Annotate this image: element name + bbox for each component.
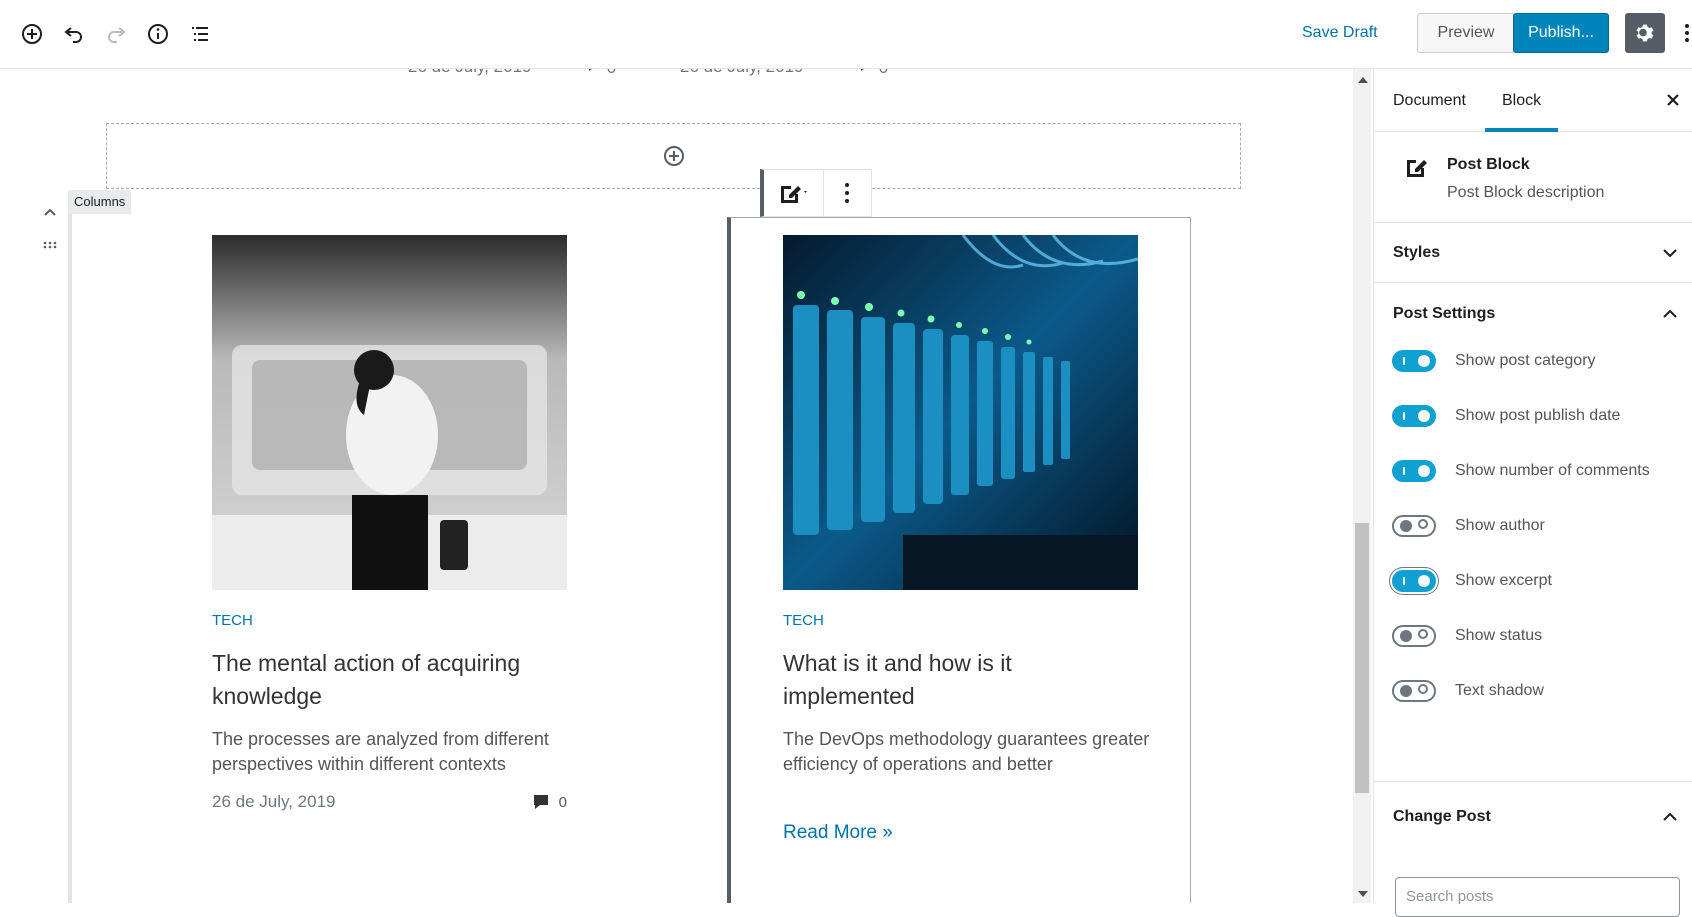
post-date: 26 de July, 2019 [212, 792, 336, 811]
change-post-panel-title: Change Post [1393, 808, 1491, 825]
post-comment-count: 0 [558, 793, 567, 811]
toggle-switch[interactable] [1392, 570, 1436, 592]
styles-panel-toggle[interactable]: Styles [1374, 223, 1692, 283]
close-icon [1667, 94, 1679, 106]
post-title[interactable]: The mental action of acquiring knowledge [212, 647, 567, 713]
post-thumbnail [212, 235, 567, 590]
change-post-panel-toggle[interactable]: Change Post [1374, 781, 1692, 841]
edit-post-icon [780, 186, 807, 203]
block-name: Post Block [1447, 156, 1530, 173]
toggle-text-shadow[interactable]: Text shadow [1392, 676, 1682, 706]
toggle-label: Show post category [1455, 352, 1596, 369]
toggle-label: Show post publish date [1455, 407, 1621, 424]
editor-scrollbar[interactable] [1353, 69, 1371, 903]
toggle-show-excerpt[interactable]: Show excerpt [1392, 566, 1682, 596]
post-title[interactable]: What is it and how is it implemented [783, 647, 1138, 713]
columns-guide [68, 214, 72, 903]
toggle-label: Show status [1455, 627, 1543, 644]
settings-button[interactable] [1625, 13, 1665, 53]
post-excerpt: The processes are analyzed from differen… [212, 729, 549, 774]
post-card: TECH What is it and how is it implemente… [783, 235, 1149, 844]
previous-post-comment-count: 0 [607, 69, 616, 77]
search-posts-input[interactable]: Search posts [1395, 877, 1680, 917]
settings-sidebar: Document Block Post Block Post Block des… [1373, 69, 1692, 917]
more-menu-button[interactable] [1682, 14, 1692, 52]
toggle-show-post-publish-date[interactable]: Show post publish date [1392, 401, 1682, 431]
post-category[interactable]: TECH [783, 612, 1143, 629]
sidebar-tabs: Document Block [1374, 69, 1692, 132]
comment-icon [589, 69, 592, 71]
tab-document[interactable]: Document [1393, 69, 1466, 132]
scrollbar-thumb[interactable] [1355, 523, 1369, 793]
toggle-switch[interactable] [1392, 350, 1436, 372]
drag-handle-icon [43, 241, 57, 249]
toggle-label: Text shadow [1455, 682, 1544, 699]
toggle-show-post-category[interactable]: Show post category [1392, 346, 1682, 376]
info-icon[interactable] [144, 18, 172, 50]
toggle-switch[interactable] [1392, 460, 1436, 482]
close-sidebar-button[interactable] [1664, 91, 1682, 109]
previous-post-comments: 0 [586, 69, 616, 78]
add-block-icon[interactable] [18, 18, 46, 50]
block-switcher-button[interactable] [764, 170, 824, 216]
move-up-button[interactable] [40, 203, 60, 223]
gear-icon [1636, 24, 1654, 42]
block-appender[interactable] [106, 123, 1241, 189]
editor-canvas: 26 de July, 2019 0 26 de July, 2019 0 Co… [0, 69, 1338, 903]
toggle-show-author[interactable]: Show author [1392, 511, 1682, 541]
chevron-up-icon [1661, 305, 1679, 323]
chevron-down-icon [1661, 244, 1679, 262]
post-card: TECH The mental action of acquiring know… [212, 235, 572, 812]
drag-handle[interactable] [40, 235, 60, 255]
editor-header: Save Draft Preview Publish... [0, 0, 1692, 69]
add-block-icon[interactable] [662, 144, 686, 168]
block-type-label: Columns [68, 190, 132, 214]
block-toolbar [760, 169, 872, 217]
undo-icon[interactable] [60, 18, 88, 50]
scroll-down-arrow[interactable] [1358, 891, 1368, 897]
previous-post-date: 26 de July, 2019 [408, 69, 532, 77]
preview-button[interactable]: Preview [1417, 13, 1515, 53]
post-thumbnail [783, 235, 1138, 590]
post-comments: 0 [532, 792, 567, 812]
chevron-up-icon [1661, 808, 1679, 826]
redo-icon[interactable] [102, 18, 130, 50]
post-meta: 26 de July, 2019 0 [212, 792, 567, 812]
comment-icon [533, 795, 548, 809]
publish-button[interactable]: Publish... [1513, 13, 1609, 53]
block-more-options-button[interactable] [824, 170, 870, 216]
toggle-label: Show number of comments [1455, 462, 1650, 479]
previous-post-date: 26 de July, 2019 [680, 69, 804, 77]
read-more-link[interactable]: Read More » [783, 822, 1143, 844]
save-draft-button[interactable]: Save Draft [1302, 24, 1378, 42]
tab-block[interactable]: Block [1485, 69, 1559, 132]
scroll-up-arrow[interactable] [1358, 77, 1368, 83]
styles-panel-title: Styles [1393, 244, 1441, 261]
edit-post-icon [1404, 155, 1428, 184]
toggle-switch[interactable] [1392, 515, 1436, 537]
chevron-up-icon [44, 208, 56, 216]
toggle-switch[interactable] [1392, 625, 1436, 647]
comment-icon [861, 69, 864, 71]
toggle-show-number-of-comments[interactable]: Show number of comments [1392, 456, 1682, 486]
post-excerpt: The DevOps methodology guarantees greate… [783, 729, 1150, 774]
block-navigation-icon[interactable] [186, 18, 214, 50]
toggle-label: Show excerpt [1455, 572, 1552, 589]
post-settings-panel-title: Post Settings [1393, 305, 1496, 322]
toggle-label: Show author [1455, 517, 1545, 534]
previous-post-comments: 0 [858, 69, 888, 78]
post-settings-panel-toggle[interactable]: Post Settings [1374, 284, 1692, 344]
post-category[interactable]: TECH [212, 612, 572, 629]
toggle-switch[interactable] [1392, 680, 1436, 702]
block-description: Post Block description [1447, 184, 1605, 201]
toggle-show-status[interactable]: Show status [1392, 621, 1682, 651]
previous-post-comment-count: 0 [879, 69, 888, 77]
toggle-switch[interactable] [1392, 405, 1436, 427]
block-card: Post Block Post Block description [1374, 132, 1692, 223]
